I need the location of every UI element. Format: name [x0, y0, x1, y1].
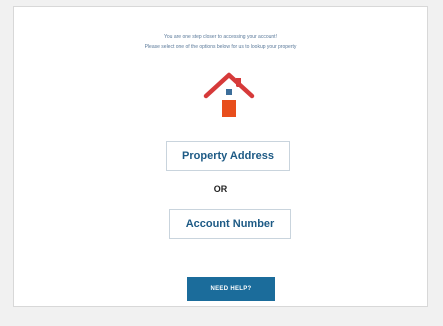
window [226, 89, 232, 95]
lookup-card: You are one step closer to accessing you… [13, 6, 428, 307]
house-icon [203, 72, 255, 117]
intro-line-2: Please select one of the options below f… [144, 44, 297, 50]
or-separator: OR [213, 184, 228, 194]
property-address-button[interactable]: Property Address [166, 141, 290, 171]
intro-text: You are one step closer to accessing you… [14, 32, 427, 52]
account-number-button[interactable]: Account Number [169, 209, 291, 239]
intro-line-1: You are one step closer to accessing you… [164, 34, 277, 40]
door [222, 100, 236, 117]
need-help-button[interactable]: NEED HELP? [187, 277, 275, 301]
